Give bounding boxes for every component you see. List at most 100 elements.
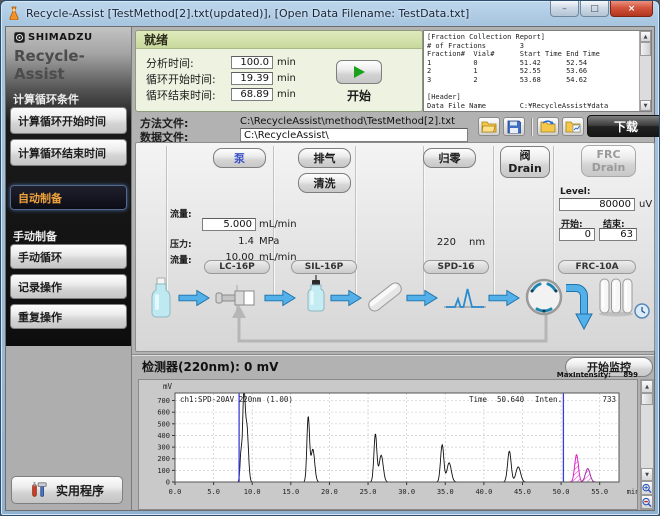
chromatogram-plot: 0.05.010.015.020.025.030.035.040.045.050… <box>139 380 637 509</box>
cycle-start-time-input[interactable] <box>231 72 273 85</box>
scroll-down-icon[interactable]: ▼ <box>640 100 651 111</box>
cycle-end-time-unit: min <box>277 89 296 100</box>
svg-text:300: 300 <box>157 444 170 452</box>
open-data-folder-icon <box>540 120 556 133</box>
column-icon <box>364 279 406 315</box>
detector-title: 检测器(220nm): 0 mV <box>142 358 278 375</box>
open-folder-icon <box>481 120 497 133</box>
svg-text:35.0: 35.0 <box>437 488 454 496</box>
flow-rate-unit: mL/min <box>259 219 297 230</box>
svg-text:0.0: 0.0 <box>169 488 182 496</box>
pressure-value: 1.4 <box>202 236 254 247</box>
svg-text:200: 200 <box>157 455 170 463</box>
open-data-button[interactable] <box>537 117 559 136</box>
report-scrollbar[interactable]: ▲ ▼ <box>639 31 651 111</box>
chart-scroll-up-icon[interactable]: ▲ <box>641 380 653 393</box>
pump-icon <box>214 285 260 311</box>
zero-button[interactable]: 归零 <box>423 148 476 168</box>
utilities-button[interactable]: 实用程序 <box>11 476 123 504</box>
window-title: Recycle-Assist [TestMethod[2].txt(update… <box>26 7 469 20</box>
flow-rate-input[interactable] <box>202 218 256 231</box>
flow-arrow-icon <box>330 289 362 307</box>
chromatogram[interactable]: 0.05.010.015.020.025.030.035.040.045.050… <box>138 379 638 510</box>
svg-text:45.0: 45.0 <box>514 488 531 496</box>
level-label: Level: <box>560 187 591 197</box>
device-badge-collector: FRC-10A <box>558 260 636 274</box>
to-collector-arrow-icon <box>564 283 594 331</box>
chart-scroll-down-icon[interactable]: ▼ <box>641 468 653 481</box>
export-report-button[interactable] <box>562 117 584 136</box>
analysis-time-input[interactable] <box>231 56 273 69</box>
svg-text:30.0: 30.0 <box>398 488 415 496</box>
cycle-end-time-row: 循环结束时间: min <box>146 87 296 102</box>
cycle-start-time-label: 循环开始时间: <box>146 71 231 87</box>
svg-text:50.640: 50.640 <box>497 395 525 404</box>
svg-text:0: 0 <box>166 479 170 487</box>
repeat-operation-button[interactable]: 重复操作 <box>10 304 127 329</box>
max-intensity-label: MaxIntensity: <box>557 371 611 379</box>
brand-name: SHIMADZU <box>28 32 93 43</box>
manual-cycle-button[interactable]: 手动循环 <box>10 244 127 269</box>
recycle-valve-icon <box>524 277 564 317</box>
rinse-button[interactable]: 清洗 <box>298 173 351 193</box>
svg-text:55.0: 55.0 <box>591 488 608 496</box>
detector-signal-icon <box>442 285 488 311</box>
svg-text:40.0: 40.0 <box>475 488 492 496</box>
method-file-path: C:\RecycleAssist\method\TestMethod[2].tx… <box>240 116 455 127</box>
frc-start-input[interactable] <box>559 228 595 241</box>
svg-text:700: 700 <box>157 397 170 405</box>
svg-text:10.0: 10.0 <box>244 488 261 496</box>
scroll-thumb[interactable] <box>640 42 651 56</box>
zoom-in-button[interactable] <box>641 481 653 495</box>
device-badge-pump: LC-16P <box>204 260 270 274</box>
svg-text:Inten.: Inten. <box>535 395 562 404</box>
calc-start-time-button[interactable]: 计算循环开始时间 <box>10 107 127 134</box>
zoom-out-button[interactable] <box>641 495 653 509</box>
level-input[interactable] <box>559 198 635 211</box>
pump-button[interactable]: 泵 <box>213 148 266 168</box>
main-area: 就绪 分析时间: min 循环开始时间: min 循环结束时间: min <box>132 27 654 510</box>
frc-drain-button[interactable]: FRC Drain <box>581 145 636 177</box>
utilities-label: 实用程序 <box>56 482 104 499</box>
svg-text:ch1:SPD-20AV 220nm (1.00): ch1:SPD-20AV 220nm (1.00) <box>180 395 293 404</box>
device-badge-autosampler: SIL-16P <box>291 260 357 274</box>
svg-text:15.0: 15.0 <box>282 488 299 496</box>
report-text: [Fraction Collection Report] # of Fracti… <box>427 33 637 109</box>
chart-scrollbar[interactable]: ▲ ▼ <box>640 379 654 510</box>
auto-prep-button[interactable]: 自动制备 <box>10 185 127 210</box>
save-method-button[interactable] <box>503 117 525 136</box>
valve-drain-button[interactable]: 阀 Drain <box>500 146 550 178</box>
frc-end-input[interactable] <box>599 228 637 241</box>
max-intensity-value: 899 <box>623 371 638 379</box>
wavelength-unit: nm <box>469 237 485 248</box>
play-icon <box>354 66 365 78</box>
toolbar-separator <box>531 118 532 136</box>
maximize-button[interactable]: □ <box>580 1 609 17</box>
title-bar: Recycle-Assist [TestMethod[2].txt(update… <box>1 1 659 25</box>
calc-end-time-button[interactable]: 计算循环结束时间 <box>10 139 127 166</box>
close-button[interactable]: × <box>610 1 653 17</box>
cycle-end-time-input[interactable] <box>231 88 273 101</box>
record-operation-button[interactable]: 记录操作 <box>10 274 127 299</box>
start-run-button[interactable] <box>336 60 382 84</box>
svg-text:400: 400 <box>157 432 170 440</box>
flow-diagram-panel: 泵 排气 清洗 归零 阀 Drain FRC Drain Level: uV 开… <box>135 142 655 352</box>
flow-rate2-label: 流量: <box>170 253 192 266</box>
purge-button[interactable]: 排气 <box>298 148 351 168</box>
minimize-button[interactable]: – <box>550 1 579 17</box>
data-file-input[interactable] <box>240 128 468 142</box>
app-client-area: SHIMADZU Recycle-Assist 计算循环条件 计算循环开始时间 … <box>5 26 655 511</box>
start-run-label: 开始 <box>336 87 382 104</box>
svg-text:50.0: 50.0 <box>553 488 570 496</box>
analysis-time-label: 分析时间: <box>146 55 231 71</box>
chart-scroll-thumb[interactable] <box>641 393 653 405</box>
sidebar: SHIMADZU Recycle-Assist 计算循环条件 计算循环开始时间 … <box>6 27 132 510</box>
svg-text:733: 733 <box>602 395 616 404</box>
pressure-unit: MPa <box>259 236 279 247</box>
svg-text:600: 600 <box>157 409 170 417</box>
scroll-up-icon[interactable]: ▲ <box>640 31 651 42</box>
open-method-button[interactable] <box>478 117 500 136</box>
svg-text:Time: Time <box>469 395 488 404</box>
svg-text:500: 500 <box>157 420 170 428</box>
download-button[interactable]: 下载 <box>587 115 660 137</box>
